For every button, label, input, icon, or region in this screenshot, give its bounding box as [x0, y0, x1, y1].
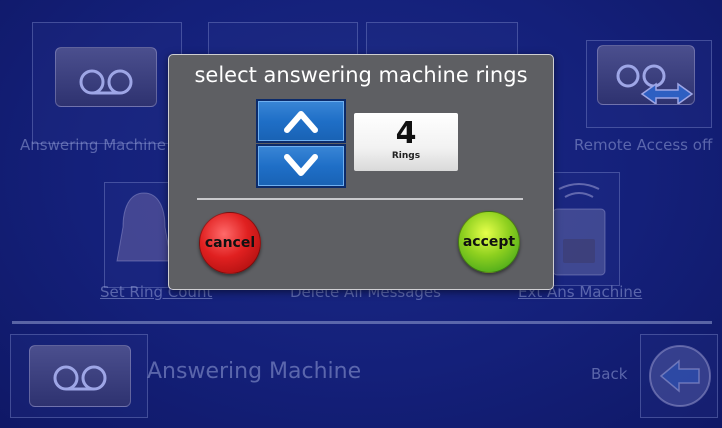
rings-value: 4: [395, 116, 417, 151]
section-divider: [12, 321, 712, 324]
remote-access-label: Remote Access off: [574, 136, 713, 154]
dialog-title: select answering machine rings: [194, 63, 528, 87]
tape-icon: [55, 47, 157, 107]
rings-label: Rings: [391, 151, 421, 161]
tape-icon: [29, 345, 131, 407]
cancel-button[interactable]: cancel: [199, 212, 261, 274]
cancel-label: cancel: [204, 235, 256, 251]
tape-arrow-icon: [597, 45, 695, 106]
dialog-divider: [197, 198, 523, 200]
back-label[interactable]: Back: [591, 365, 627, 383]
tile-answering-machine[interactable]: [32, 22, 182, 144]
footer-title: Answering Machine: [147, 359, 362, 384]
accept-label: accept: [462, 234, 516, 250]
rings-display: 4 Rings: [354, 113, 458, 171]
rings-dialog: select answering machine rings 4 Rings c…: [168, 54, 554, 290]
tile-remote-access[interactable]: [586, 40, 712, 128]
chevron-down-icon: [284, 154, 318, 176]
device-icon: [552, 183, 606, 276]
chevron-up-icon: [284, 111, 318, 133]
increase-rings-button[interactable]: [256, 99, 346, 143]
back-button[interactable]: [640, 334, 718, 418]
accept-button[interactable]: accept: [458, 211, 520, 273]
answering-machine-screen: Answering Machine Remote Access off Set …: [0, 0, 722, 428]
decrease-rings-button[interactable]: [256, 144, 346, 188]
answering-machine-label: Answering Machine: [20, 136, 167, 154]
footer-icon-tile: [10, 334, 148, 418]
back-arrow-icon: [649, 345, 711, 407]
